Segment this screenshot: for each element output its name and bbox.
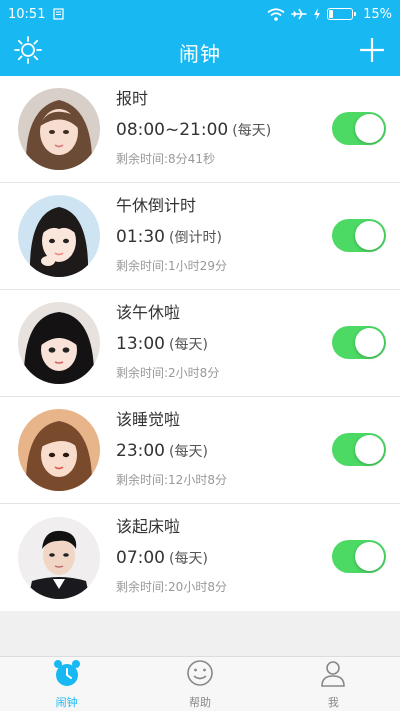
alarm-toggle[interactable] — [332, 112, 386, 145]
person-icon — [318, 658, 348, 692]
toggle-knob — [355, 328, 384, 357]
alarm-list: 报时 08:00~21:00 (每天) 剩余时间: 8分41秒 午休倒计时 01… — [0, 76, 400, 611]
tab-help[interactable]: 帮助 — [133, 657, 266, 711]
alarm-item[interactable]: 该起床啦 07:00 (每天) 剩余时间: 20小时8分 — [0, 504, 400, 611]
remaining-time: 20小时8分 — [168, 580, 227, 594]
bottom-tab-bar: 闹钟 帮助 我 — [0, 656, 400, 711]
alarm-toggle[interactable] — [332, 540, 386, 573]
alarm-repeat: (每天) — [169, 551, 208, 567]
tab-alarm[interactable]: 闹钟 — [0, 657, 133, 711]
alarm-repeat: (倒计时) — [169, 230, 222, 246]
alarm-name: 午休倒计时 — [116, 196, 197, 215]
toggle-knob — [355, 435, 384, 464]
alarm-item[interactable]: 午休倒计时 01:30 (倒计时) 剩余时间: 1小时29分 — [0, 183, 400, 290]
alarm-item[interactable]: 该睡觉啦 23:00 (每天) 剩余时间: 12小时8分 — [0, 397, 400, 504]
alarm-toggle[interactable] — [332, 219, 386, 252]
alarm-name: 该睡觉啦 — [116, 410, 181, 429]
screenshot-notification-icon — [53, 8, 65, 20]
alarm-repeat: (每天) — [169, 444, 208, 460]
tab-me[interactable]: 我 — [267, 657, 400, 711]
remaining-label: 剩余时间: — [116, 152, 169, 166]
toggle-knob — [355, 542, 384, 571]
remaining-time: 2小时8分 — [168, 366, 220, 380]
alarm-time: 13:00 — [116, 334, 165, 354]
alarm-time: 08:00~21:00 — [116, 120, 229, 140]
remaining-time: 12小时8分 — [168, 473, 227, 487]
status-bar: 10:51 15% — [0, 0, 400, 28]
remaining-time: 8分41秒 — [168, 152, 215, 166]
alarm-clock-icon — [52, 658, 82, 692]
alarm-repeat: (每天) — [169, 337, 208, 353]
page-title: 闹钟 — [179, 41, 221, 66]
add-alarm-button[interactable] — [344, 28, 400, 76]
status-time: 10:51 — [8, 6, 46, 22]
settings-sun-icon — [13, 35, 43, 69]
alarm-name: 该午休啦 — [116, 303, 181, 322]
remaining-label: 剩余时间: — [116, 259, 169, 273]
toggle-knob — [355, 221, 384, 250]
alarm-toggle[interactable] — [332, 433, 386, 466]
avatar — [18, 195, 100, 277]
toggle-knob — [355, 114, 384, 143]
remaining-label: 剩余时间: — [116, 473, 169, 487]
alarm-time: 01:30 — [116, 227, 165, 247]
avatar — [18, 516, 100, 599]
remaining-label: 剩余时间: — [116, 366, 169, 380]
settings-button[interactable] — [0, 28, 56, 76]
add-plus-icon — [358, 36, 386, 68]
alarm-item[interactable]: 该午休啦 13:00 (每天) 剩余时间: 2小时8分 — [0, 290, 400, 397]
alarm-toggle[interactable] — [332, 326, 386, 359]
tab-label: 帮助 — [188, 696, 211, 709]
alarm-name: 该起床啦 — [116, 517, 181, 536]
tab-label: 我 — [327, 696, 339, 709]
alarm-item[interactable]: 报时 08:00~21:00 (每天) 剩余时间: 8分41秒 — [0, 76, 400, 183]
airplane-mode-icon — [291, 7, 307, 21]
alarm-name: 报时 — [116, 89, 149, 108]
tab-label: 闹钟 — [55, 696, 78, 709]
app-header: 闹钟 — [0, 28, 400, 76]
alarm-time: 23:00 — [116, 441, 165, 461]
alarm-time: 07:00 — [116, 548, 165, 568]
alarm-repeat: (每天) — [232, 123, 272, 139]
charging-icon — [313, 8, 321, 20]
avatar — [18, 88, 100, 170]
smiley-icon — [185, 658, 215, 692]
avatar — [18, 409, 100, 491]
battery-percent: 15% — [363, 6, 392, 22]
battery-icon — [327, 8, 357, 20]
remaining-time: 1小时29分 — [168, 259, 227, 273]
avatar — [18, 302, 100, 384]
wifi-icon — [267, 7, 285, 21]
remaining-label: 剩余时间: — [116, 580, 169, 594]
